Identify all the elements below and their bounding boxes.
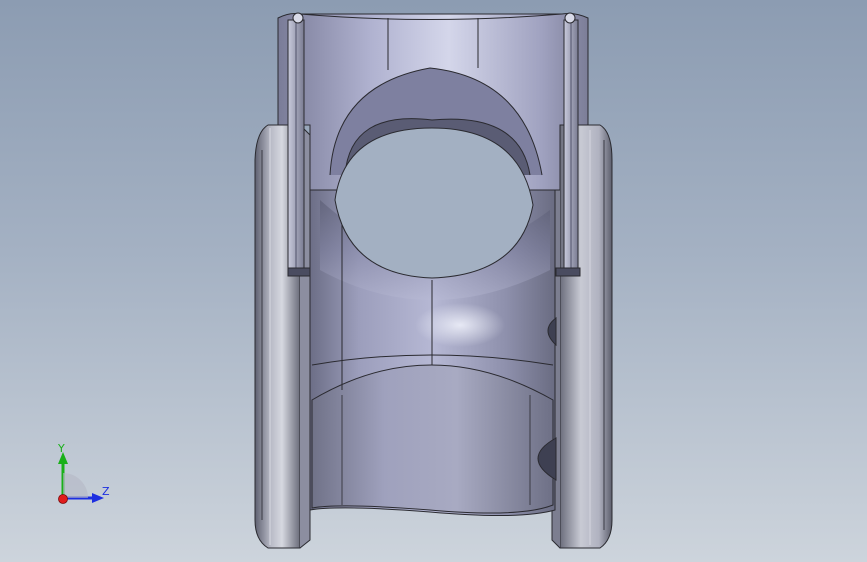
z-axis-label: Z <box>102 485 110 498</box>
part-model[interactable] <box>0 0 867 562</box>
through-bore <box>334 127 534 279</box>
y-axis-label: Y <box>58 442 65 455</box>
axis-triad: Y Z <box>50 440 120 510</box>
x-axis-dot <box>58 494 68 504</box>
graphics-viewport[interactable]: Y Z <box>0 0 867 562</box>
right-flange <box>551 124 613 549</box>
